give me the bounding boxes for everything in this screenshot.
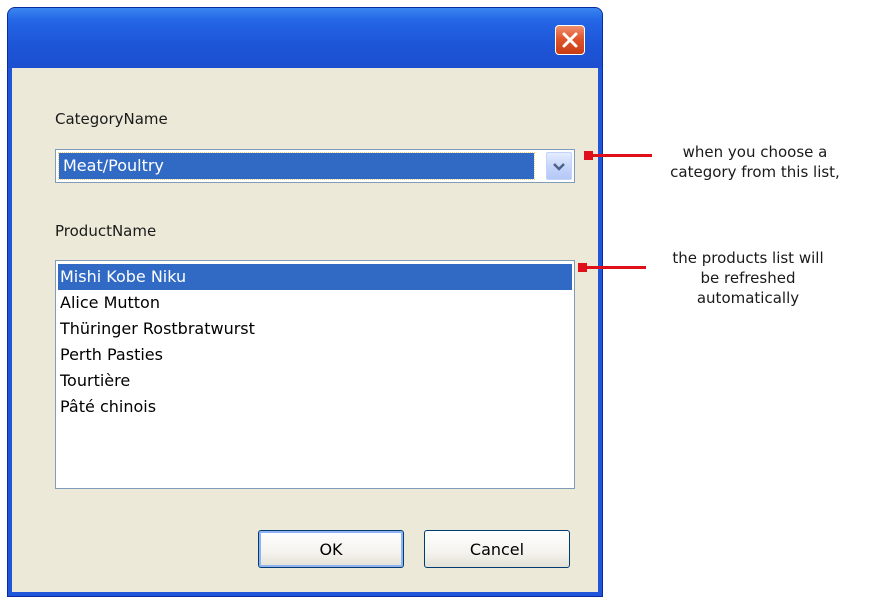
dropdown-button[interactable]	[546, 152, 572, 180]
close-icon	[562, 32, 578, 48]
list-item[interactable]: Tourtière	[58, 368, 572, 394]
callout-product-line-3: automatically	[696, 289, 800, 307]
callout-product-line-2: be refreshed	[700, 269, 796, 287]
category-label: CategoryName	[55, 110, 168, 128]
callout-category-line-1: when you choose a	[682, 143, 828, 161]
callout-product-text: the products list will be refreshed auto…	[643, 248, 853, 308]
list-item[interactable]: Thüringer Rostbratwurst	[58, 316, 572, 342]
category-selected-value: Meat/Poultry	[58, 152, 535, 180]
callout-product-line-1: the products list will	[672, 249, 824, 267]
ok-button[interactable]: OK	[258, 530, 404, 568]
title-bar	[8, 8, 602, 68]
callout-line-product	[584, 266, 646, 269]
callout-category-line-2: category from this list,	[670, 163, 840, 181]
product-listbox[interactable]: Mishi Kobe Niku Alice Mutton Thüringer Ros…	[55, 260, 575, 489]
close-button[interactable]	[555, 25, 585, 55]
callout-category-text: when you choose a category from this lis…	[640, 142, 870, 182]
list-item[interactable]: Alice Mutton	[58, 290, 572, 316]
cancel-button[interactable]: Cancel	[424, 530, 570, 568]
list-item[interactable]: Pâté chinois	[58, 394, 572, 420]
dialog-window: CategoryName Meat/Poultry ProductName Mi…	[8, 8, 602, 596]
list-item[interactable]: Perth Pasties	[58, 342, 572, 368]
screenshot-stage: CategoryName Meat/Poultry ProductName Mi…	[0, 0, 880, 603]
chevron-down-icon	[553, 163, 565, 171]
dialog-client-area: CategoryName Meat/Poultry ProductName Mi…	[12, 68, 598, 592]
product-label: ProductName	[55, 222, 157, 240]
list-item[interactable]: Mishi Kobe Niku	[58, 264, 572, 290]
category-combobox[interactable]: Meat/Poultry	[55, 149, 575, 183]
